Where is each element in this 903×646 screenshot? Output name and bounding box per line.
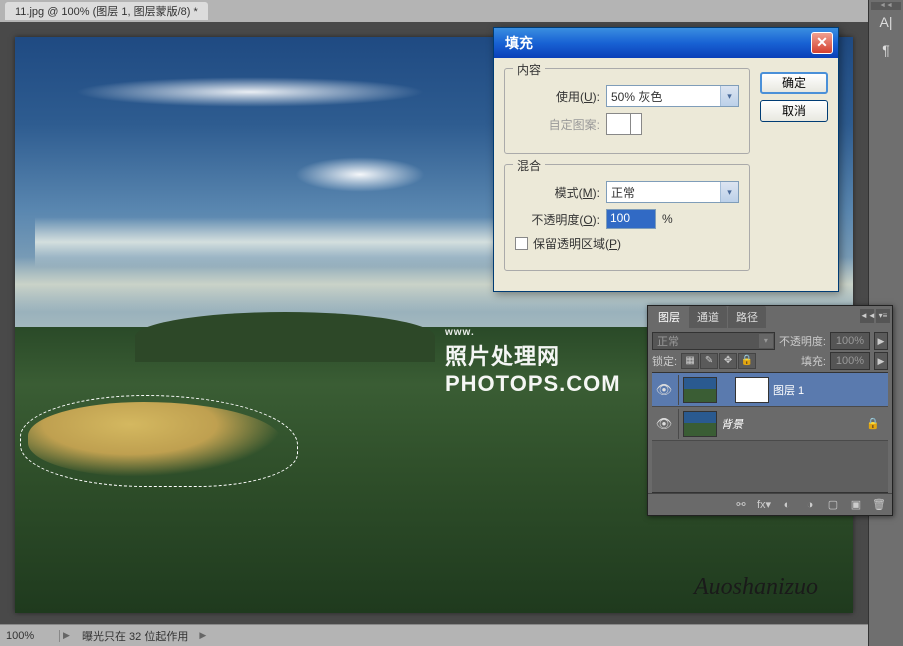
opacity-row: 不透明度(O): 100 % [515,209,739,229]
marquee-selection[interactable] [20,395,298,487]
status-bar: 100% ▶ 曝光只在 32 位起作用 ▶ [0,624,868,646]
layer-name[interactable]: 图层 1 [773,382,886,398]
document-tab-bar: 11.jpg @ 100% (图层 1, 图层蒙版/8) * [0,0,903,22]
paragraph-panel-icon[interactable]: ¶ [869,36,903,64]
dialog-body: 内容 使用(U): 50% 灰色 ▾ 自定图案: 混合 模式(M): [494,58,838,291]
pattern-swatch [606,113,642,135]
dialog-right-column: 确定 取消 [760,68,828,281]
pattern-row: 自定图案: [515,113,739,135]
dialog-title: 填充 [499,33,811,53]
opacity-label: 不透明度: [779,333,826,349]
lock-all-icon[interactable]: 🔒 [738,353,756,369]
adjustment-layer-icon[interactable]: ◑ [799,496,821,514]
fill-label: 填充: [801,353,826,369]
preserve-checkbox[interactable] [515,237,528,250]
tab-layers[interactable]: 图层 [650,306,688,328]
fill-arrow[interactable]: ▶ [874,352,888,370]
hill [135,312,435,362]
cancel-button[interactable]: 取消 [760,100,828,122]
use-label: 使用(U): [515,88,600,105]
lock-row: 锁定: ▦ ✎ ✥ 🔒 填充: 100% ▶ [652,352,888,370]
dialog-left-column: 内容 使用(U): 50% 灰色 ▾ 自定图案: 混合 模式(M): [504,68,750,281]
content-fieldset: 内容 使用(U): 50% 灰色 ▾ 自定图案: [504,68,750,154]
visibility-eye-icon[interactable]: 👁 [654,416,674,432]
blend-legend: 混合 [513,157,545,174]
delete-layer-icon[interactable]: 🗑 [868,496,890,514]
new-layer-icon[interactable]: ▣ [845,496,867,514]
ok-button[interactable]: 确定 [760,72,828,94]
opacity-label: 不透明度(O): [515,211,600,228]
layer-style-icon[interactable]: fx▾ [753,496,775,514]
panel-tabs: 图层 通道 路径 ◄◄ ▾≡ [648,306,892,328]
cloud [75,77,425,107]
layer-thumbnail[interactable] [683,377,717,403]
pattern-label: 自定图案: [515,116,600,133]
visibility-eye-icon[interactable]: 👁 [654,382,674,398]
panel-menu: ◄◄ ▾≡ [860,309,890,323]
opacity-value[interactable]: 100% [830,332,870,350]
lock-label: 锁定: [652,353,677,369]
close-button[interactable]: ✕ [811,32,833,54]
preserve-label: 保留透明区域(P) [533,235,621,252]
chevron-down-icon: ▾ [720,86,738,106]
opacity-unit: % [662,212,673,226]
watermark-site: 照片处理网PHOTOPS.COM [445,339,621,397]
status-info: 曝光只在 32 位起作用 [74,628,196,644]
tab-channels[interactable]: 通道 [689,306,727,328]
lock-icons: ▦ ✎ ✥ 🔒 [681,353,756,369]
blend-fieldset: 混合 模式(M): 正常 ▾ 不透明度(O): 100 % 保留透明区域(P) [504,164,750,271]
lock-pixels-icon[interactable]: ✎ [700,353,718,369]
content-legend: 内容 [513,61,545,78]
blend-mode-select[interactable]: 正常 ▾ [652,332,775,350]
lock-transparent-icon[interactable]: ▦ [681,353,699,369]
mode-row: 模式(M): 正常 ▾ [515,181,739,203]
fill-dialog: 填充 ✕ 内容 使用(U): 50% 灰色 ▾ 自定图案: 混合 [493,27,839,292]
new-group-icon[interactable]: ▢ [822,496,844,514]
link-layers-icon[interactable]: ⚯ [730,496,752,514]
collapse-arrow-icon[interactable]: ◄◄ [871,2,901,10]
fill-value[interactable]: 100% [830,352,870,370]
chevron-down-icon: ▾ [759,334,773,348]
use-select[interactable]: 50% 灰色 ▾ [606,85,739,107]
status-arrow-icon[interactable]: ▶ [196,630,210,641]
panel-footer: ⚯ fx▾ ◐ ◑ ▢ ▣ 🗑 [648,493,892,515]
lock-indicator-icon: 🔒 [866,417,886,430]
mask-thumbnail[interactable] [735,377,769,403]
panel-menu-icon[interactable]: ▾≡ [876,309,890,323]
panel-collapse-icon[interactable]: ◄◄ [860,309,874,323]
layer-row[interactable]: 👁 背景 🔒 [652,407,888,441]
lock-position-icon[interactable]: ✥ [719,353,737,369]
blend-mode-row: 正常 ▾ 不透明度: 100% ▶ [652,332,888,350]
layer-row[interactable]: 👁 图层 1 [652,373,888,407]
layer-thumbnail[interactable] [683,411,717,437]
mode-select[interactable]: 正常 ▾ [606,181,739,203]
use-row: 使用(U): 50% 灰色 ▾ [515,85,739,107]
cloud [295,157,425,192]
preserve-row: 保留透明区域(P) [515,235,739,252]
opacity-input[interactable]: 100 [606,209,656,229]
chevron-down-icon: ▾ [720,182,738,202]
layer-mask-icon[interactable]: ◐ [776,496,798,514]
layers-list: 👁 图层 1 👁 背景 🔒 [652,372,888,493]
status-arrow-icon[interactable]: ▶ [60,630,74,641]
signature-text: Auoshanizuo [694,574,818,601]
watermark-www: www. [445,327,475,338]
layer-name[interactable]: 背景 [721,416,862,432]
character-panel-icon[interactable]: A| [869,8,903,36]
dialog-title-bar[interactable]: 填充 ✕ [494,28,838,58]
panel-body: 正常 ▾ 不透明度: 100% ▶ 锁定: ▦ ✎ ✥ 🔒 填充: 100% ▶… [648,328,892,493]
tab-paths[interactable]: 路径 [728,306,766,328]
layers-empty-area[interactable] [652,441,888,493]
document-tab[interactable]: 11.jpg @ 100% (图层 1, 图层蒙版/8) * [5,2,208,20]
zoom-level[interactable]: 100% [0,630,60,642]
layers-panel: 图层 通道 路径 ◄◄ ▾≡ 正常 ▾ 不透明度: 100% ▶ 锁定: ▦ ✎… [647,305,893,516]
mode-label: 模式(M): [515,184,600,201]
opacity-arrow[interactable]: ▶ [874,332,888,350]
